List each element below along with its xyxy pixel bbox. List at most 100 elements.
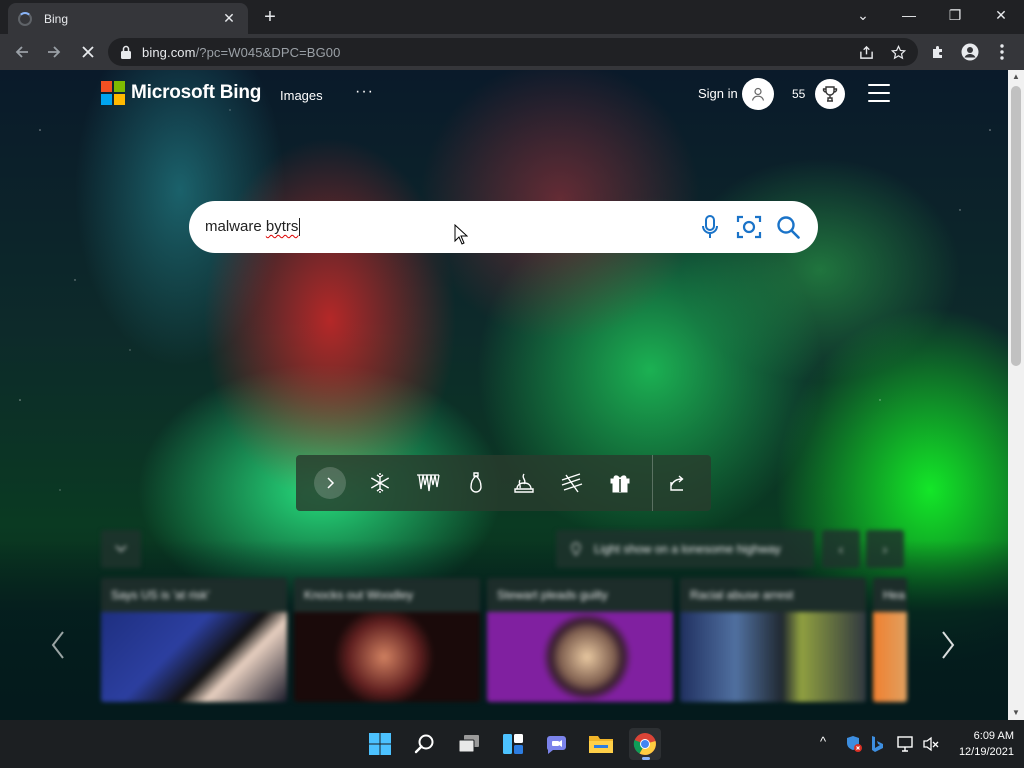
theme-snowflake-button[interactable] (356, 455, 404, 511)
theme-gift-button[interactable] (596, 455, 644, 511)
restore-button[interactable]: ❐ (932, 0, 978, 30)
image-caption-button[interactable]: Light show on a lonesome highway (556, 530, 814, 568)
nav-more-button[interactable]: ··· (355, 83, 374, 101)
network-tray-button[interactable] (896, 735, 916, 756)
news-card[interactable]: Racial abuse arrest (680, 578, 866, 702)
share-page-button[interactable] (852, 38, 880, 66)
search-icon (777, 216, 800, 239)
previous-image-button[interactable]: ‹ (822, 530, 860, 568)
sign-in-link[interactable]: Sign in (698, 86, 738, 101)
scroll-down-arrow-icon[interactable]: ▼ (1008, 706, 1024, 720)
bing-logo[interactable]: Microsoft Bing (101, 81, 261, 105)
minimize-button[interactable]: — (886, 0, 932, 30)
security-tray-button[interactable] (845, 735, 863, 756)
start-button[interactable] (364, 728, 396, 760)
star-icon (890, 44, 906, 59)
scrollbar-thumb[interactable] (1011, 86, 1021, 366)
chevron-left-icon: ‹ (838, 541, 844, 557)
news-thumbnail (294, 612, 480, 702)
share-icon (859, 45, 873, 59)
camera-search-icon (736, 215, 762, 239)
news-next-button[interactable] (940, 630, 956, 668)
mouse-cursor-icon (454, 224, 468, 245)
search-input[interactable]: malware bytrs (205, 217, 301, 237)
chevron-right-icon: › (882, 541, 888, 557)
voice-search-button[interactable] (696, 213, 724, 241)
browser-tabstrip: Bing ✕ + ⌄ — ❐ ✕ (0, 0, 1024, 34)
back-button[interactable] (8, 38, 36, 66)
person-outline-icon (751, 87, 765, 101)
tab-search-button[interactable]: ⌄ (840, 0, 886, 30)
task-view-button[interactable] (453, 728, 485, 760)
volume-tray-button[interactable] (922, 735, 940, 756)
nav-images-link[interactable]: Images (280, 88, 323, 103)
account-avatar[interactable] (742, 78, 774, 110)
file-explorer-button[interactable] (585, 728, 617, 760)
next-image-button[interactable]: › (866, 530, 904, 568)
new-tab-button[interactable]: + (256, 4, 284, 30)
stop-loading-button[interactable] (74, 38, 102, 66)
search-button[interactable] (774, 213, 802, 241)
widgets-button[interactable] (497, 728, 529, 760)
windows-logo-icon (369, 733, 391, 755)
logo-square-yellow (114, 94, 125, 105)
theme-ornament-button[interactable] (452, 455, 500, 511)
search-box[interactable]: malware bytrs (189, 201, 818, 253)
share-image-button[interactable] (653, 455, 701, 511)
news-card[interactable]: Stewart pleads guilty (487, 578, 673, 702)
show-hidden-icons-button[interactable]: ^ (820, 734, 826, 749)
visual-search-button[interactable] (735, 213, 763, 241)
chat-icon (547, 736, 566, 754)
news-card[interactable]: Hea (873, 578, 907, 702)
tab-close-icon[interactable]: ✕ (220, 10, 238, 27)
news-previous-button[interactable] (50, 630, 66, 668)
search-query-text: malware (205, 217, 266, 235)
hamburger-line (868, 92, 890, 94)
bookmark-button[interactable] (884, 38, 912, 66)
close-window-button[interactable]: ✕ (978, 0, 1024, 30)
sled-icon (561, 473, 583, 493)
ornament-icon (470, 472, 482, 493)
logo-square-green (114, 81, 125, 92)
microphone-icon (702, 215, 718, 238)
theme-fireplace-button[interactable] (500, 455, 548, 511)
theme-icicles-button[interactable] (404, 455, 452, 511)
rewards-button[interactable] (815, 79, 845, 109)
taskbar-search-button[interactable] (409, 728, 441, 760)
person-icon (961, 43, 979, 61)
scroll-up-arrow-icon[interactable]: ▲ (1008, 70, 1024, 84)
news-card[interactable]: Says US is 'at risk' (101, 578, 287, 702)
extensions-button[interactable] (924, 38, 952, 66)
theme-sled-button[interactable] (548, 455, 596, 511)
text-caret (299, 218, 301, 237)
page-scrollbar[interactable]: ▲ ▼ (1008, 70, 1024, 720)
icicles-icon (417, 474, 440, 492)
lock-icon (121, 45, 131, 59)
forward-button[interactable] (40, 38, 68, 66)
bing-tray-button[interactable] (870, 735, 884, 756)
snowflake-icon (370, 473, 390, 493)
loading-spinner-icon (18, 11, 32, 26)
hamburger-menu-icon[interactable] (868, 84, 890, 102)
clock-time: 6:09 AM (973, 730, 1014, 742)
active-app-indicator (642, 757, 650, 760)
chevron-left-icon (51, 631, 64, 659)
teams-chat-button[interactable] (541, 728, 573, 760)
microsoft-logo-icon (101, 81, 125, 105)
theme-expand-button[interactable] (314, 467, 346, 499)
taskbar-clock[interactable]: 6:09 AM 12/19/2021 (950, 728, 1014, 760)
news-card[interactable]: Knocks out Woodley (294, 578, 480, 702)
search-icon (414, 734, 434, 754)
browser-menu-button[interactable] (988, 38, 1016, 66)
tab-bing[interactable]: Bing ✕ (8, 3, 248, 34)
network-monitor-icon (897, 736, 913, 752)
trophy-icon (822, 86, 838, 102)
feed-collapse-button[interactable] (101, 530, 141, 568)
address-bar[interactable]: bing.com/?pc=W045&DPC=BG00 (108, 38, 918, 66)
chrome-taskbar-button[interactable] (629, 728, 661, 760)
chevron-right-icon (327, 477, 335, 489)
rewards-points[interactable]: 55 (792, 87, 805, 101)
logo-text: Microsoft Bing (131, 82, 262, 103)
hamburger-line (868, 84, 890, 86)
profile-button[interactable] (956, 38, 984, 66)
